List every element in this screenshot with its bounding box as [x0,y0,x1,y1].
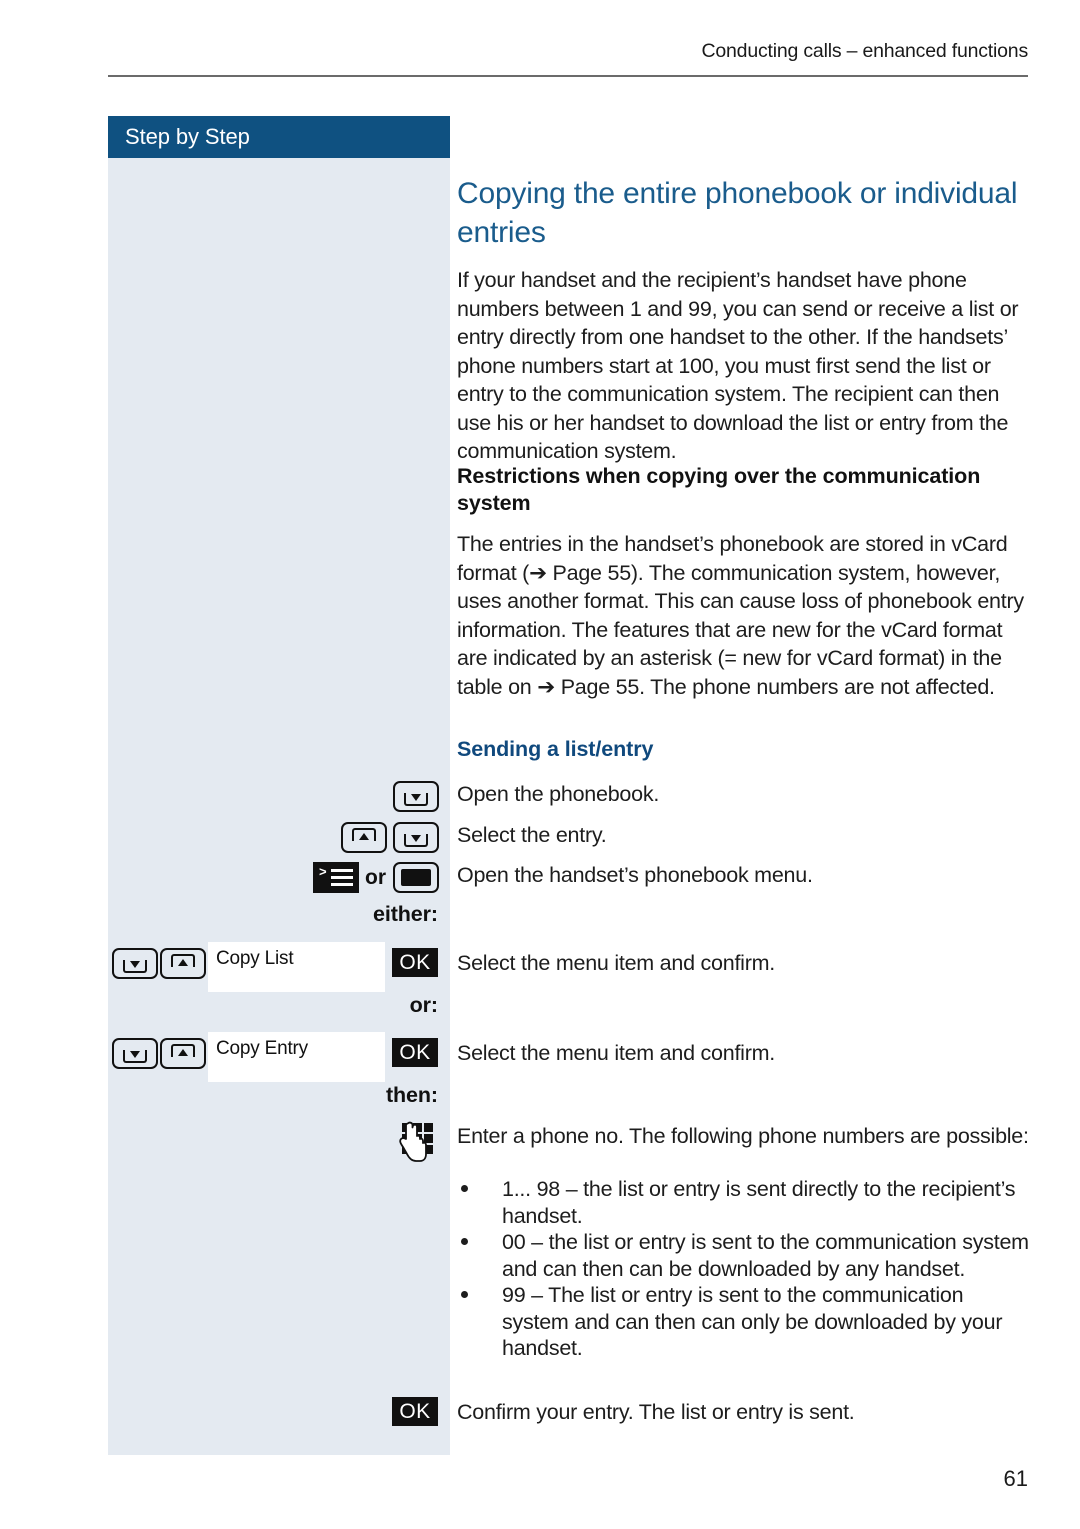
restrictions-paragraph: The entries in the handset’s phonebook a… [457,532,1024,699]
keypad-step-line-2: possible: [946,1124,1029,1148]
step-text-copy-entry: Select the menu item and confirm. [457,1041,775,1065]
list-item: 99 – The list or entry is sent to the co… [457,1282,1032,1362]
menu-field-label-copy-entry: Copy Entry [216,1038,308,1059]
sending-heading: Sending a list/entry [457,737,654,761]
keypad-icon [394,1121,436,1165]
list-item-text: 00 – the list or entry is sent to the co… [502,1230,1029,1281]
header-divider [108,75,1028,77]
down-arrow-glyph-3 [123,960,147,973]
display-key-icon [393,862,439,893]
chevron-right-glyph: > [319,864,327,879]
up-arrow-glyph-2 [171,954,195,967]
intro-paragraph: If your handset and the recipient’s hand… [457,268,1019,463]
ok-button-copy-list[interactable]: OK [392,948,438,977]
step-text-copy-list: Select the menu item and confirm. [457,951,775,975]
step-by-step-title: Step by Step [125,124,250,149]
rocker-up-key-icon-2 [160,948,206,979]
keypad-step-line-1: Enter a phone no. The following phone nu… [457,1124,941,1148]
bullet-dot-icon [461,1291,468,1298]
list-item: 00 – the list or entry is sent to the co… [457,1229,1032,1282]
down-arrow-glyph-4 [123,1050,147,1063]
step-by-step-title-bar: Step by Step [108,116,450,158]
restrictions-heading: Restrictions when copying over the commu… [457,464,981,515]
menu-field-copy-list[interactable]: Copy List [208,942,385,992]
icon-or-label: or [365,866,386,889]
rocker-up-key-icon [341,822,387,853]
page-title: Copying the entire phonebook or individu… [457,177,1018,249]
step-text-select-entry: Select the entry. [457,823,607,847]
menu-key-icon: > [313,862,359,893]
step-text-enter-phone-number: Enter a phone no. The following phone nu… [457,1122,1032,1151]
menu-line-3 [331,883,353,886]
page-number: 61 [1003,1466,1028,1491]
up-arrow-glyph-3 [171,1044,195,1057]
ok-button-confirm[interactable]: OK [392,1397,438,1426]
list-item: 1... 98 – the list or entry is sent dire… [457,1176,1032,1229]
filled-display-glyph [401,869,431,886]
rocker-down-key-icon-3 [112,948,158,979]
ok-button-copy-entry[interactable]: OK [392,1038,438,1067]
phone-number-options-list: 1... 98 – the list or entry is sent dire… [457,1176,1032,1362]
up-arrow-glyph [352,828,376,841]
down-arrow-glyph-2 [404,834,428,847]
step-text-open-phonebook: Open the phonebook. [457,782,660,806]
connector-either: either: [372,902,438,926]
bullet-dot-icon [461,1185,468,1192]
menu-line-2 [331,876,353,879]
rocker-down-key-icon-2 [393,822,439,853]
rocker-down-key-icon-4 [112,1038,158,1069]
connector-then: then: [385,1083,438,1107]
connector-or: or: [409,993,438,1017]
step-text-open-menu: Open the handset’s phonebook menu. [457,863,813,887]
list-item-text: 1... 98 – the list or entry is sent dire… [502,1177,1016,1228]
step-text-confirm-entry: Confirm your entry. The list or entry is… [457,1400,855,1424]
menu-field-copy-entry[interactable]: Copy Entry [208,1032,385,1082]
running-header: Conducting calls – enhanced functions [701,40,1029,62]
rocker-down-key-icon [393,781,439,812]
bullet-dot-icon [461,1238,468,1245]
list-item-text: 99 – The list or entry is sent to the co… [502,1283,1003,1360]
menu-field-label-copy-list: Copy List [216,948,294,969]
down-arrow-glyph [404,793,428,806]
rocker-up-key-icon-3 [160,1038,206,1069]
menu-line-1 [331,869,353,872]
